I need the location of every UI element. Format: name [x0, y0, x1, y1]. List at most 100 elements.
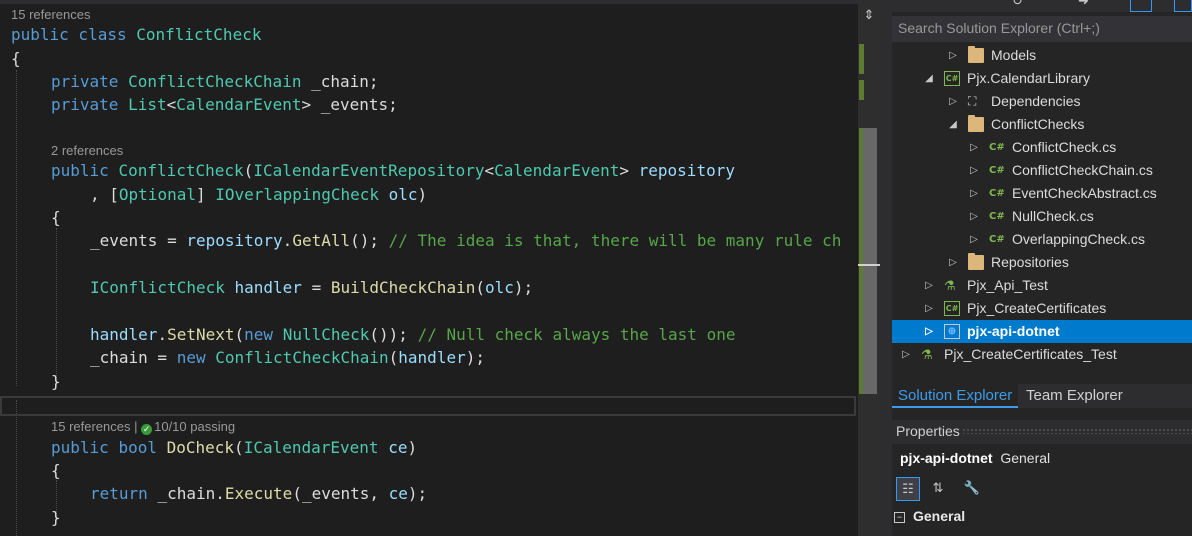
alphabetical-icon[interactable]: ⇅: [926, 477, 950, 501]
code-token: CalendarEvent: [494, 161, 620, 180]
code-line[interactable]: _chain = new ConflictCheckChain(handler)…: [90, 347, 485, 369]
collapsed-arrow-icon[interactable]: ▷: [947, 251, 959, 274]
tree-item[interactable]: ▷ ⚗ Pjx_CreateCertificates_Test: [892, 343, 1192, 366]
code-line[interactable]: return _chain.Execute(_events, ce);: [90, 483, 427, 505]
properties-category[interactable]: − General: [894, 508, 965, 524]
folder-open-icon: [968, 115, 984, 132]
code-editor[interactable]: 15 references public class ConflictCheck…: [0, 0, 858, 536]
tree-item-label: Pjx.CalendarLibrary: [967, 70, 1090, 86]
codelens-references[interactable]: 2 references: [51, 143, 123, 159]
test-project-icon: ⚗: [921, 347, 933, 362]
collapsed-arrow-icon[interactable]: ▷: [947, 90, 959, 113]
tree-item[interactable]: ▷ C# NullCheck.cs: [892, 205, 1192, 228]
code-line[interactable]: IConflictCheck handler = BuildCheckChain…: [90, 277, 533, 299]
split-window-icon[interactable]: ⇕: [862, 8, 876, 24]
code-token: (: [234, 438, 244, 457]
tree-item[interactable]: ▷ C# OverlappingCheck.cs: [892, 228, 1192, 251]
collapsed-arrow-icon[interactable]: ▷: [923, 274, 935, 297]
code-token: .: [282, 231, 293, 250]
tree-item[interactable]: ◢ C# Pjx.CalendarLibrary: [892, 67, 1192, 90]
code-line[interactable]: public class ConflictCheck: [11, 24, 261, 46]
code-line[interactable]: {: [11, 48, 21, 70]
collapsed-arrow-icon[interactable]: ▷: [923, 320, 935, 343]
scrollbar-thumb[interactable]: [861, 128, 877, 394]
collapsed-arrow-icon[interactable]: ▷: [923, 297, 935, 320]
expanded-arrow-icon[interactable]: ◢: [947, 113, 959, 136]
properties-object-selector[interactable]: pjx-api-dotnet General: [900, 450, 1050, 466]
code-comment: // The idea is that, there will be many …: [388, 231, 842, 250]
code-token: <: [166, 95, 177, 114]
code-token: SetNext: [167, 325, 235, 344]
tree-item[interactable]: ▷ ⛶ Dependencies: [892, 90, 1192, 113]
current-line-highlight: [0, 396, 856, 416]
dependencies-icon: ⛶: [968, 94, 977, 108]
tree-item[interactable]: ▷ C# Pjx_CreateCertificates: [892, 297, 1192, 320]
sync-icon[interactable]: ➜: [1078, 0, 1089, 10]
properties-icon[interactable]: [1130, 0, 1152, 12]
code-token: ICalendarEventRepository: [253, 161, 485, 180]
collapsed-arrow-icon[interactable]: ▷: [968, 159, 980, 182]
drag-grip[interactable]: [962, 428, 1192, 434]
code-line[interactable]: {: [51, 460, 61, 482]
code-token: );: [407, 484, 428, 503]
codelens-references[interactable]: 15 references | ✓ 10/10 passing: [51, 419, 235, 435]
expanded-arrow-icon[interactable]: ◢: [923, 67, 935, 90]
code-token: <: [484, 161, 495, 180]
collapsed-arrow-icon[interactable]: ▷: [900, 343, 912, 366]
categorized-icon[interactable]: ☷: [896, 477, 920, 501]
tree-item[interactable]: ▷ ⚗ Pjx_Api_Test: [892, 274, 1192, 297]
code-token: olc: [388, 185, 418, 204]
code-line[interactable]: public bool DoCheck(ICalendarEvent ce): [51, 437, 417, 459]
tab-team-explorer[interactable]: Team Explorer: [1020, 384, 1129, 408]
code-line[interactable]: private List<CalendarEvent> _events;: [51, 94, 398, 116]
code-token: );: [465, 348, 485, 367]
code-token: olc: [484, 278, 514, 297]
tree-item-label: Pjx_Api_Test: [967, 277, 1048, 293]
collapsed-arrow-icon[interactable]: ▷: [947, 44, 959, 67]
tree-item[interactable]: ▷ C# EventCheckAbstract.cs: [892, 182, 1192, 205]
code-token: ());: [369, 325, 418, 344]
tree-item[interactable]: ▷ ⊕ pjx-api-dotnet: [892, 320, 1192, 343]
code-token: (: [475, 278, 485, 297]
tree-item-label: ConflictCheckChain.cs: [1012, 162, 1153, 178]
tree-item[interactable]: ▷ Repositories: [892, 251, 1192, 274]
properties-object-name: pjx-api-dotnet: [900, 450, 993, 466]
code-line[interactable]: , [Optional] IOverlappingCheck olc): [90, 184, 427, 206]
code-token: private: [51, 95, 129, 114]
code-token: handler: [234, 278, 302, 297]
search-placeholder: Search Solution Explorer (Ctrl+;): [898, 20, 1100, 36]
collapsed-arrow-icon[interactable]: ▷: [968, 228, 980, 251]
codelens-references[interactable]: 15 references: [11, 7, 91, 23]
code-line[interactable]: private ConflictCheckChain _chain;: [51, 71, 379, 93]
code-line[interactable]: public ConflictCheck(ICalendarEventRepos…: [51, 160, 735, 182]
tree-item[interactable]: ▷ C# ConflictCheckChain.cs: [892, 159, 1192, 182]
collapse-icon[interactable]: −: [894, 512, 905, 523]
csharp-file-icon: C#: [989, 142, 1005, 153]
tree-item[interactable]: ▷ C# ConflictCheck.cs: [892, 136, 1192, 159]
collapsed-arrow-icon[interactable]: ▷: [968, 136, 980, 159]
code-line[interactable]: handler.SetNext(new NullCheck()); // Nul…: [90, 324, 735, 346]
code-line[interactable]: {: [51, 207, 61, 229]
code-token: repository: [186, 231, 283, 250]
code-line[interactable]: }: [51, 507, 61, 529]
codelens-refs-text[interactable]: 15 references: [51, 419, 131, 434]
change-marker: [859, 80, 864, 100]
code-token: ConflictCheckChain: [215, 348, 389, 367]
tree-item-label: pjx-api-dotnet: [967, 323, 1060, 339]
solution-search-input[interactable]: Search Solution Explorer (Ctrl+;): [892, 16, 1192, 42]
codelens-tests-text[interactable]: 10/10 passing: [154, 419, 235, 434]
refresh-icon[interactable]: ↻: [1012, 0, 1023, 10]
indent-guide: [56, 228, 57, 386]
code-line[interactable]: _events = repository.GetAll(); // The id…: [90, 230, 841, 252]
collapsed-arrow-icon[interactable]: ▷: [968, 182, 980, 205]
code-line[interactable]: }: [51, 371, 61, 393]
wrench-icon[interactable]: 🔧: [960, 477, 984, 501]
preview-icon[interactable]: [1174, 0, 1192, 12]
code-token: (: [388, 348, 399, 367]
properties-title: Properties: [896, 423, 960, 439]
tab-solution-explorer[interactable]: Solution Explorer: [892, 384, 1019, 408]
tree-item[interactable]: ▷ Models: [892, 44, 1192, 67]
collapsed-arrow-icon[interactable]: ▷: [968, 205, 980, 228]
tree-item[interactable]: ◢ ConflictChecks: [892, 113, 1192, 136]
